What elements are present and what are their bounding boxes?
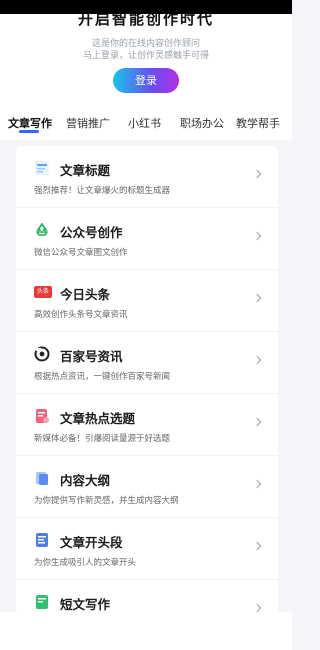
tool-name: 百家号资讯 <box>60 349 123 364</box>
tool-name: 内容大纲 <box>60 473 111 488</box>
tool-name: 文章标题 <box>60 163 111 178</box>
hot-topic-icon <box>34 408 50 424</box>
chevron-right-icon <box>252 417 262 427</box>
outline-icon <box>34 470 50 486</box>
chevron-right-icon <box>252 231 262 241</box>
short-writing-icon <box>34 594 50 610</box>
tool-content-outline[interactable]: 内容大纲 为你提供写作新灵感，并生成内容大纲 <box>16 456 278 518</box>
category-tabs: 文章写作 营销推广 小红书 职场办公 教学帮手 <box>0 108 292 140</box>
tab-office[interactable]: 职场办公 <box>180 115 224 131</box>
header-subtitle-2: 马上登录，让创作灵感触手可得 <box>82 51 209 61</box>
login-button[interactable]: 登录 <box>113 68 179 93</box>
baijiahao-icon <box>34 346 50 362</box>
tool-desc: 新媒体必备！引爆阅读量源于好选题 <box>34 434 171 444</box>
tool-short-writing[interactable]: 短文写作 <box>16 580 278 616</box>
tool-desc: 高效创作头条号文章资讯 <box>34 310 128 320</box>
tool-desc: 为你生成吸引人的文章开头 <box>34 558 137 568</box>
chevron-right-icon <box>252 603 262 613</box>
tool-opening-paragraph[interactable]: 文章开头段 为你生成吸引人的文章开头 <box>16 518 278 580</box>
tool-desc: 微信公众号文章图文创作 <box>34 248 128 258</box>
tool-desc: 根据热点资讯，一键创作百家号新闻 <box>34 372 171 382</box>
tool-hot-topic[interactable]: 文章热点选题 新媒体必备！引爆阅读量源于好选题 <box>16 394 278 456</box>
tool-name: 今日头条 <box>60 287 111 302</box>
tool-name: 短文写作 <box>60 597 111 612</box>
opening-icon <box>34 532 50 548</box>
tab-article-writing[interactable]: 文章写作 <box>8 115 52 131</box>
tool-list-card: 文章标题 强烈推荐！让文章爆火的标题生成器 公众号创作 微信公众号文章图文创作 … <box>16 146 278 616</box>
tool-toutiao[interactable]: 头条 今日头条 高效创作头条号文章资讯 <box>16 270 278 332</box>
tool-desc: 为你提供写作新灵感，并生成内容大纲 <box>34 496 179 506</box>
tab-xiaohongshu[interactable]: 小红书 <box>128 115 161 131</box>
tool-name: 文章热点选题 <box>60 411 136 426</box>
chevron-right-icon <box>252 169 262 179</box>
tool-article-title[interactable]: 文章标题 强烈推荐！让文章爆火的标题生成器 <box>16 146 278 208</box>
active-tab-indicator <box>19 130 39 133</box>
tool-wechat-article[interactable]: 公众号创作 微信公众号文章图文创作 <box>16 208 278 270</box>
title-doc-icon <box>34 160 50 176</box>
toutiao-icon: 头条 <box>34 286 52 298</box>
tool-baijiahao[interactable]: 百家号资讯 根据热点资讯，一键创作百家号新闻 <box>16 332 278 394</box>
recycle-icon <box>34 222 50 238</box>
chevron-right-icon <box>252 541 262 551</box>
login-header: 开启智能创作时代 这是你的在线内容创作顾问 马上登录，让创作灵感触手可得 登录 <box>0 0 292 108</box>
tool-desc: 强烈推荐！让文章爆火的标题生成器 <box>34 186 171 196</box>
chevron-right-icon <box>252 293 262 303</box>
tab-teaching[interactable]: 教学帮手 <box>236 115 280 131</box>
tool-name: 文章开头段 <box>60 535 123 550</box>
status-bar <box>0 0 292 14</box>
tab-marketing[interactable]: 营销推广 <box>66 115 110 131</box>
tool-name: 公众号创作 <box>60 225 123 240</box>
chevron-right-icon <box>252 479 262 489</box>
chevron-right-icon <box>252 355 262 365</box>
bottom-area <box>0 612 292 650</box>
